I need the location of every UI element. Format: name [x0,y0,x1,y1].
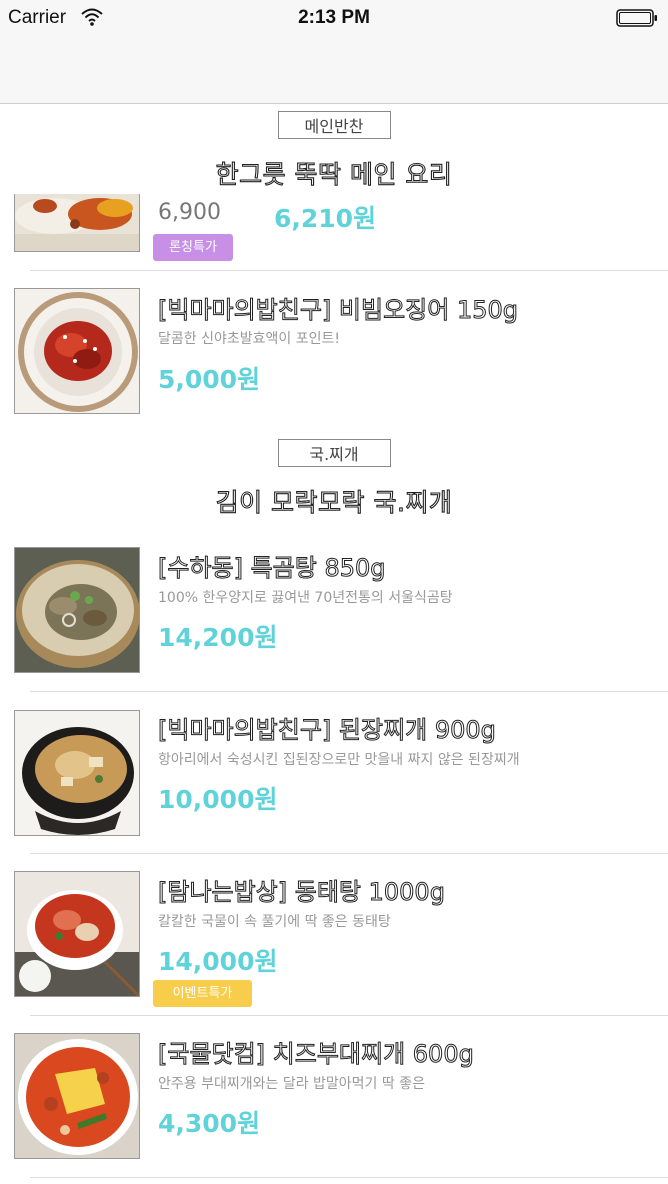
product-description: 안주용 부대찌개와는 달라 밥말아먹기 딱 좋은 [158,1076,425,1092]
squid-bowl-image [15,289,139,413]
product-price: 14,200원 [158,623,278,652]
dongtae-bowl-image [15,872,139,996]
product-price: 10,000원 [158,785,278,814]
divider [30,270,668,271]
product-price: 14,000원 [158,947,278,976]
budae-bowl-image [15,1034,139,1158]
product-title: [빅마마의밥친구] 비빔오징어 150g [158,296,519,325]
battery-icon [616,9,657,27]
product-description: 달콤한 신야초발효액이 포인트! [158,331,340,347]
product-title: [수하동] 특곰탕 850g [158,554,387,583]
product-image [14,710,140,836]
section-title: 한그릇 뚝딱 메인 요리 [215,159,453,189]
product-title: [국물닷컴] 치즈부대찌개 600g [158,1040,475,1069]
product-description: 항아리에서 숙성시킨 집된장으로만 맛을내 짜지 않은 된장찌개 [158,752,520,768]
status-bar: Carrier 2:13 PM [0,0,668,40]
section-header-soup-stew: 국.찌개 김이 모락모락 국.찌개 [0,439,668,519]
section-tag: 국.찌개 [277,439,391,467]
status-time: 2:13 PM [298,7,370,28]
product-description: 100% 한우양지로 끓여낸 70년전통의 서울식곰탕 [158,590,453,606]
product-image [14,547,140,673]
product-image [14,288,140,414]
section-tag: 메인반찬 [277,111,391,139]
product-title: [탐나는밥상] 동태탕 1000g [158,878,446,907]
gomtang-bowl-image [15,548,139,672]
product-title: [빅마마의밥친구] 된장찌개 900g [158,716,497,745]
divider [30,853,668,854]
original-price: 6,900 [158,200,221,225]
product-image [14,871,140,997]
navigation-bar [0,40,668,104]
section-header-main-dish: 메인반찬 한그릇 뚝딱 메인 요리 [0,111,668,191]
launch-special-badge: 론칭특가 [153,234,233,261]
product-image-crab [14,194,140,252]
product-description: 칼칼한 국물이 속 풀기에 딱 좋은 동태탕 [158,914,391,930]
divider [30,691,668,692]
product-image [14,1033,140,1159]
event-special-badge: 이벤트특가 [153,980,252,1007]
product-list[interactable]: 메인반찬 한그릇 뚝딱 메인 요리 6,900 6,210원 론칭특가 [빅마마… [0,104,668,1184]
product-price: 5,000원 [158,365,261,394]
divider [30,1015,668,1016]
crab-dish-image [15,194,139,251]
sale-price: 6,210원 [274,204,377,233]
section-title: 김이 모락모락 국.찌개 [215,487,453,517]
product-price: 4,300원 [158,1109,261,1138]
divider [30,1177,668,1178]
doenjang-pot-image [15,711,139,835]
